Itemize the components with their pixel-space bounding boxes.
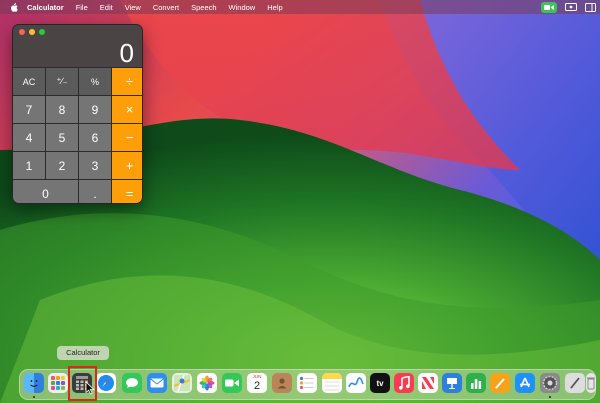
digit-1-key[interactable]: 1 bbox=[13, 152, 45, 179]
script-editor-icon[interactable] bbox=[565, 373, 585, 393]
calculator-titlebar[interactable] bbox=[13, 25, 142, 39]
menu-view[interactable]: View bbox=[125, 3, 141, 12]
decimal-key[interactable]: . bbox=[79, 180, 111, 203]
finder-running-indicator bbox=[33, 396, 35, 398]
mail-icon[interactable] bbox=[147, 373, 167, 393]
mouse-cursor-icon bbox=[85, 381, 95, 395]
control-center-icon[interactable] bbox=[585, 2, 596, 12]
menu-convert[interactable]: Convert bbox=[153, 3, 179, 12]
all-clear-key[interactable]: AC bbox=[13, 68, 45, 95]
photos-icon[interactable] bbox=[197, 373, 217, 393]
equals-key[interactable]: = bbox=[112, 180, 142, 203]
finder-icon[interactable] bbox=[24, 373, 44, 393]
apple-tv-icon[interactable]: tv bbox=[370, 373, 390, 393]
app-store-icon[interactable] bbox=[515, 373, 535, 393]
plus-minus-key[interactable]: ⁺∕₋ bbox=[46, 68, 78, 95]
safari-icon[interactable] bbox=[96, 373, 116, 393]
maps-icon[interactable] bbox=[172, 373, 192, 393]
digit-9-key[interactable]: 9 bbox=[79, 96, 111, 123]
digit-7-key[interactable]: 7 bbox=[13, 96, 45, 123]
camera-in-use-icon[interactable] bbox=[541, 1, 557, 13]
calculator-display: 0 bbox=[13, 39, 142, 67]
zoom-window-button[interactable] bbox=[39, 29, 45, 35]
menu-bar: Calculator File Edit View Convert Speech… bbox=[0, 0, 600, 14]
apple-logo-icon[interactable] bbox=[10, 2, 18, 12]
digit-6-key[interactable]: 6 bbox=[79, 124, 111, 151]
reminders-icon[interactable] bbox=[297, 373, 317, 393]
digit-3-key[interactable]: 3 bbox=[79, 152, 111, 179]
percent-key[interactable]: % bbox=[79, 68, 111, 95]
dock-tooltip: Calculator bbox=[57, 346, 109, 360]
digit-2-key[interactable]: 2 bbox=[46, 152, 78, 179]
digit-8-key[interactable]: 8 bbox=[46, 96, 78, 123]
system-settings-running-indicator bbox=[549, 396, 551, 398]
multiply-key[interactable]: × bbox=[112, 96, 142, 123]
apple-tv-label: tv bbox=[376, 378, 384, 388]
digit-5-key[interactable]: 5 bbox=[46, 124, 78, 151]
menu-edit[interactable]: Edit bbox=[100, 3, 113, 12]
trash-icon[interactable] bbox=[586, 373, 596, 393]
music-icon[interactable] bbox=[394, 373, 414, 393]
menu-speech[interactable]: Speech bbox=[191, 3, 216, 12]
contacts-icon[interactable] bbox=[272, 373, 292, 393]
menu-window[interactable]: Window bbox=[229, 3, 256, 12]
menu-app-name[interactable]: Calculator bbox=[27, 3, 64, 12]
keynote-icon[interactable] bbox=[442, 373, 462, 393]
calendar-icon[interactable]: JUN 2 bbox=[247, 373, 267, 393]
calculator-window: 0 AC ⁺∕₋ % ÷ 7 8 9 × 4 5 6 − 1 2 3 + 0 .… bbox=[12, 24, 143, 204]
numbers-icon[interactable] bbox=[466, 373, 486, 393]
close-window-button[interactable] bbox=[19, 29, 25, 35]
freeform-icon[interactable] bbox=[346, 373, 366, 393]
menu-file[interactable]: File bbox=[76, 3, 88, 12]
minimize-window-button[interactable] bbox=[29, 29, 35, 35]
screen-mirroring-icon[interactable] bbox=[565, 2, 577, 12]
pages-icon[interactable] bbox=[490, 373, 510, 393]
system-settings-icon[interactable] bbox=[540, 373, 560, 393]
calendar-day-label: 2 bbox=[253, 380, 261, 392]
add-key[interactable]: + bbox=[112, 152, 142, 179]
subtract-key[interactable]: − bbox=[112, 124, 142, 151]
digit-0-key[interactable]: 0 bbox=[13, 180, 78, 203]
divide-key[interactable]: ÷ bbox=[112, 68, 142, 95]
messages-icon[interactable] bbox=[122, 373, 142, 393]
notes-icon[interactable] bbox=[322, 373, 342, 393]
menu-help[interactable]: Help bbox=[267, 3, 282, 12]
news-icon[interactable] bbox=[418, 373, 438, 393]
launchpad-icon[interactable] bbox=[48, 373, 68, 393]
digit-4-key[interactable]: 4 bbox=[13, 124, 45, 151]
calculator-keypad: AC ⁺∕₋ % ÷ 7 8 9 × 4 5 6 − 1 2 3 + 0 . = bbox=[13, 67, 142, 203]
facetime-icon[interactable] bbox=[222, 373, 242, 393]
